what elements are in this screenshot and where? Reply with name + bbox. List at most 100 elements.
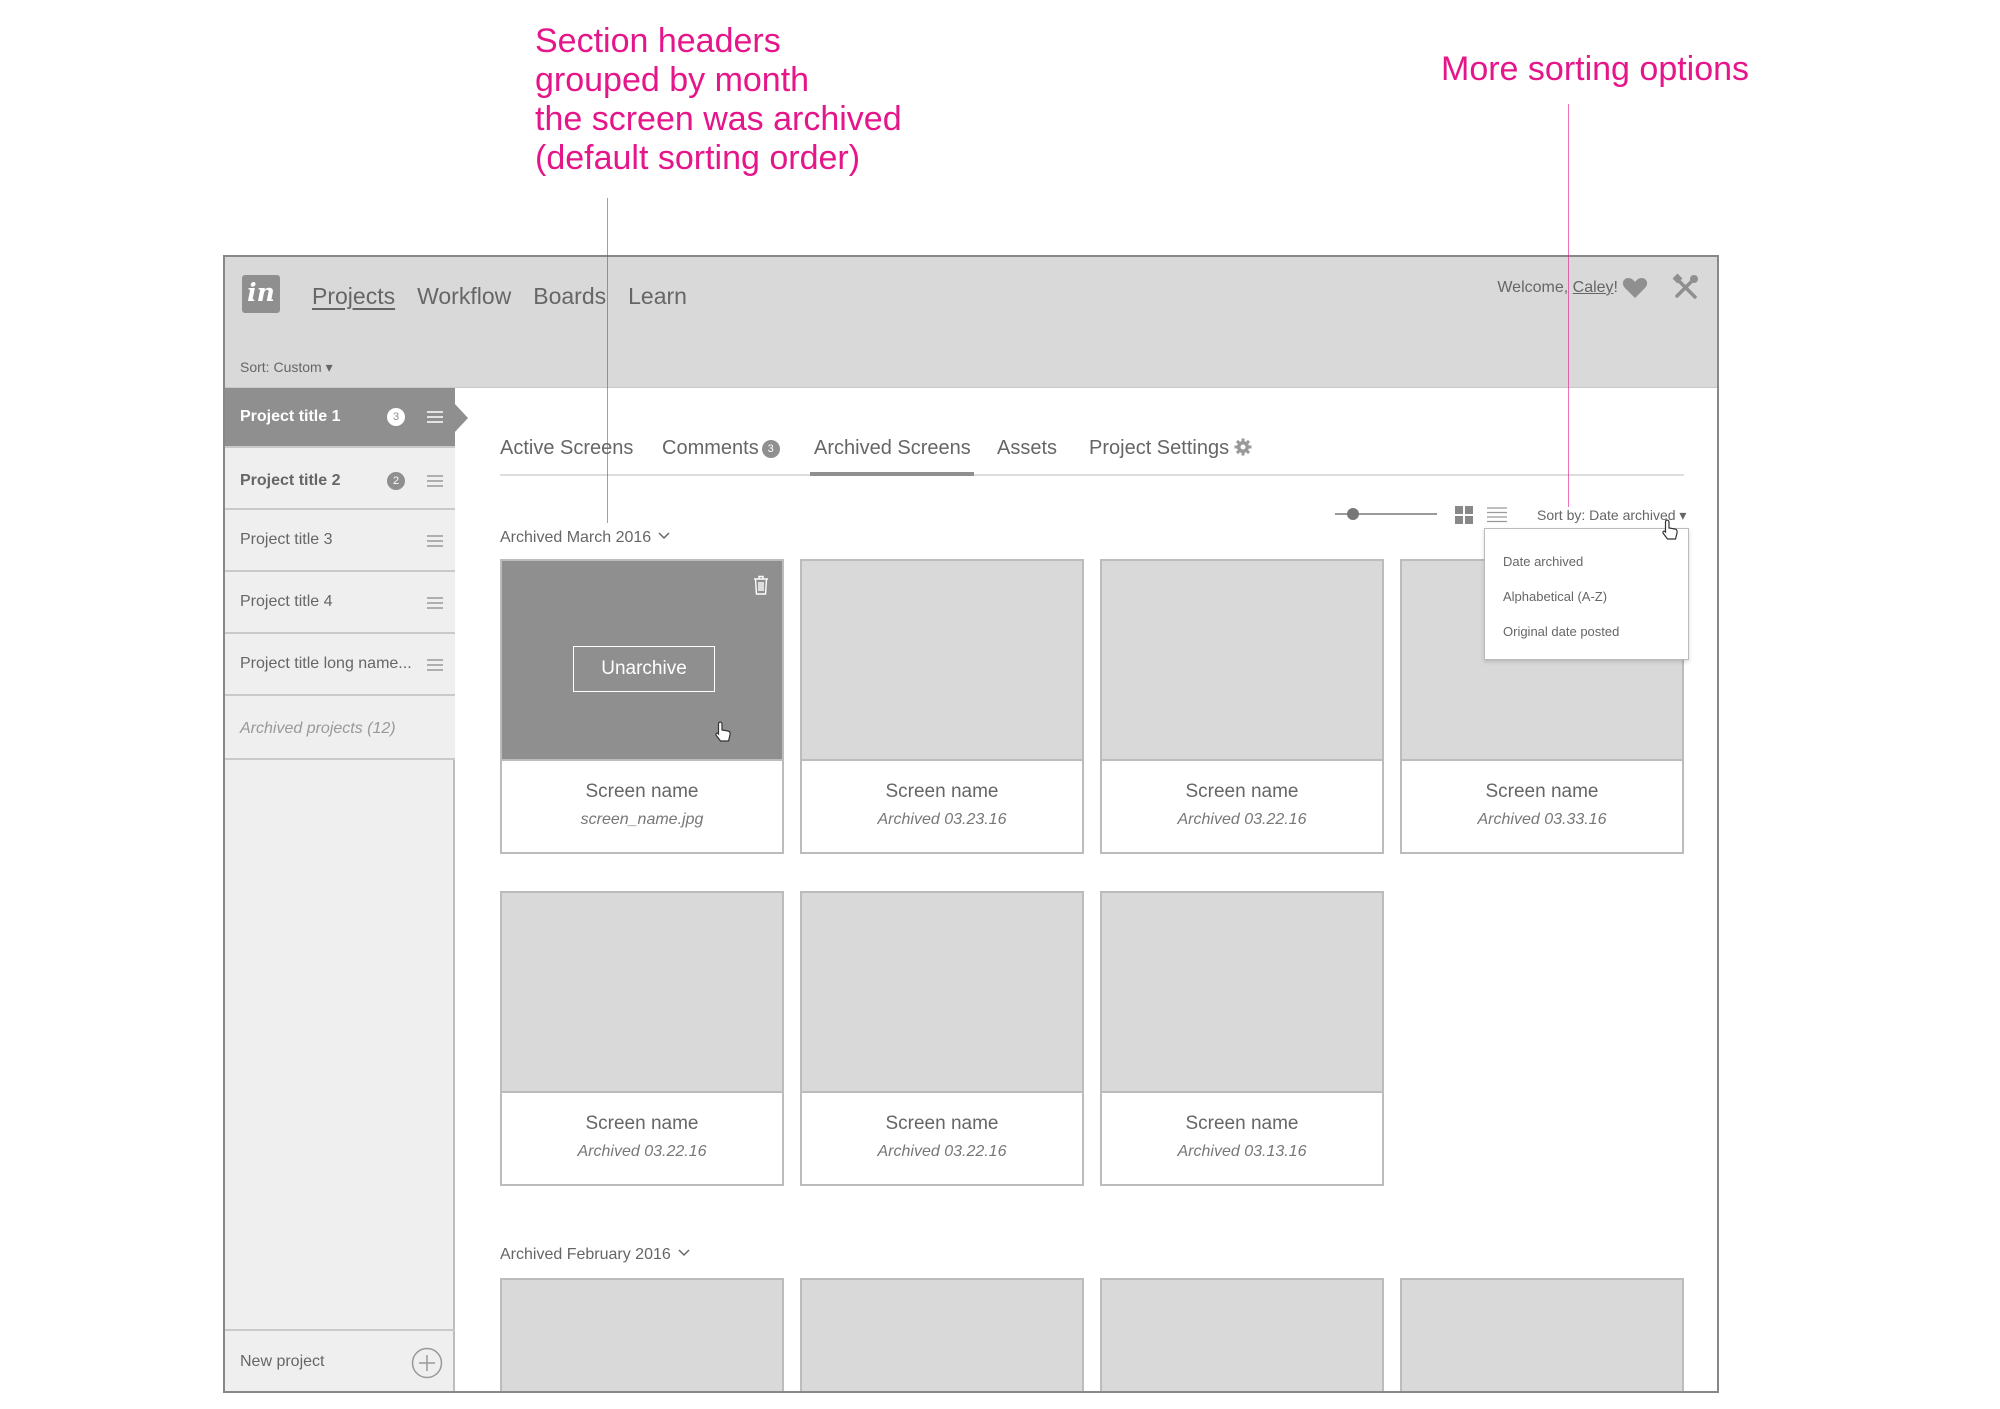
project-name: Project title long name... — [240, 655, 412, 672]
sidebar-project-3[interactable]: Project title 3 — [225, 510, 455, 572]
unarchive-button[interactable]: Unarchive — [573, 646, 715, 692]
screen-card[interactable] — [1400, 1278, 1684, 1391]
sidebar-archived-projects[interactable]: Archived projects (12) — [225, 696, 455, 760]
archived-date: Archived 03.33.16 — [1477, 811, 1607, 828]
screen-name: Screen name — [885, 1113, 999, 1134]
grid-view-icon[interactable] — [1455, 506, 1473, 524]
section-header-march[interactable]: Archived March 2016 — [500, 529, 671, 547]
heart-icon[interactable] — [1622, 276, 1648, 300]
nav-boards[interactable]: Boards — [533, 283, 606, 310]
screen-name: Screen name — [1185, 781, 1299, 802]
project-sidebar: Project title 1 3 Project title 2 2 Proj… — [225, 388, 468, 1391]
notification-badge: 3 — [387, 408, 405, 426]
sidebar-project-2[interactable]: Project title 2 2 — [225, 448, 455, 510]
nav-workflow[interactable]: Workflow — [417, 283, 511, 310]
archived-date: Archived 03.13.16 — [1177, 1143, 1307, 1160]
top-bar: in Projects Workflow Boards Learn Welcom… — [225, 257, 1717, 388]
new-project-button[interactable]: New project — [225, 1329, 455, 1391]
screen-card[interactable] — [1100, 1278, 1384, 1391]
tab-comments-label: Comments — [662, 437, 759, 459]
archived-date: Archived 03.22.16 — [877, 1143, 1007, 1160]
screen-thumbnail — [502, 893, 782, 1093]
screen-card[interactable]: Screen name Archived 03.22.16 — [1100, 559, 1384, 854]
sidebar-project-5[interactable]: Project title long name... — [225, 634, 455, 696]
app-window: in Projects Workflow Boards Learn Welcom… — [223, 255, 1719, 1393]
project-name: Project title 1 — [240, 408, 341, 425]
logo[interactable]: in — [242, 275, 280, 313]
menu-icon[interactable] — [427, 535, 443, 547]
sidebar-project-1[interactable]: Project title 1 3 — [225, 388, 455, 448]
user-name-link[interactable]: Caley — [1573, 279, 1614, 296]
active-tab-indicator — [810, 472, 974, 476]
screen-thumbnail — [502, 1280, 782, 1391]
screen-card[interactable]: Screen name Archived 03.23.16 — [800, 559, 1084, 854]
trash-icon[interactable] — [753, 575, 769, 595]
archived-date: Archived 03.23.16 — [877, 811, 1007, 828]
welcome-suffix: ! — [1613, 279, 1618, 296]
annotation-sorting-options: More sorting options — [1441, 50, 1750, 88]
new-project-label: New project — [240, 1353, 325, 1370]
screen-name: Screen name — [585, 1113, 699, 1134]
screen-card[interactable] — [800, 1278, 1084, 1391]
comments-count-badge: 3 — [761, 440, 780, 458]
thumbnail-size-slider[interactable] — [1335, 506, 1437, 522]
project-tabs: Active Screens Comments 3 Archived Screen… — [500, 437, 1684, 476]
screen-thumbnail — [802, 893, 1082, 1093]
screen-filename: screen_name.jpg — [580, 811, 704, 828]
gear-icon — [1234, 438, 1252, 456]
section-header-february[interactable]: Archived February 2016 — [500, 1246, 691, 1264]
screen-name: Screen name — [885, 781, 999, 802]
archived-date: Archived 03.22.16 — [577, 1143, 707, 1160]
list-view-icon[interactable] — [1487, 507, 1507, 523]
menu-icon[interactable] — [427, 475, 443, 487]
screen-thumbnail — [1402, 1280, 1682, 1391]
selection-arrow — [454, 403, 468, 433]
sort-option-date-archived[interactable]: Date archived — [1503, 554, 1583, 569]
menu-icon[interactable] — [427, 411, 443, 423]
sort-options-menu: Date archived Alphabetical (A-Z) Origina… — [1484, 528, 1689, 660]
annotation-line — [1568, 104, 1569, 507]
project-name: Project title 4 — [240, 593, 333, 610]
screen-thumbnail — [1102, 893, 1382, 1093]
tab-assets[interactable]: Assets — [997, 437, 1057, 460]
notification-badge: 2 — [387, 472, 405, 490]
tab-settings-label: Project Settings — [1089, 437, 1230, 459]
screen-card[interactable]: Unarchive Screen name screen_name.jpg — [500, 559, 784, 854]
sort-option-original-date[interactable]: Original date posted — [1503, 624, 1619, 639]
project-name: Project title 3 — [240, 531, 333, 548]
tab-comments[interactable]: Comments 3 — [662, 437, 780, 460]
hand-cursor-icon — [715, 721, 731, 742]
hand-cursor-icon — [1662, 519, 1678, 540]
main-nav: Projects Workflow Boards Learn — [312, 283, 687, 310]
annotation-section-headers: Section headers grouped by month the scr… — [535, 22, 902, 177]
chevron-down-icon — [658, 532, 670, 540]
screen-name: Screen name — [1185, 1113, 1299, 1134]
welcome-message: Welcome, Caley! — [1497, 279, 1618, 297]
section-header-label: Archived March 2016 — [500, 529, 652, 546]
tab-project-settings[interactable]: Project Settings — [1089, 437, 1252, 460]
screen-card[interactable]: Screen name Archived 03.22.16 — [500, 891, 784, 1186]
tab-active-screens[interactable]: Active Screens — [500, 437, 633, 460]
screen-thumbnail — [802, 1280, 1082, 1391]
tab-archived-screens[interactable]: Archived Screens — [814, 437, 971, 460]
sidebar-sort-dropdown[interactable]: Sort: Custom ▾ — [240, 359, 333, 376]
menu-icon[interactable] — [427, 597, 443, 609]
sort-option-alphabetical[interactable]: Alphabetical (A-Z) — [1503, 589, 1607, 604]
screen-thumbnail — [802, 561, 1082, 761]
screen-thumbnail — [1102, 561, 1382, 761]
screen-name: Screen name — [585, 781, 699, 802]
nav-projects[interactable]: Projects — [312, 283, 395, 310]
sidebar-project-4[interactable]: Project title 4 — [225, 572, 455, 634]
screen-card[interactable] — [500, 1278, 784, 1391]
screen-card[interactable]: Screen name Archived 03.22.16 — [800, 891, 1084, 1186]
screen-name: Screen name — [1485, 781, 1599, 802]
nav-learn[interactable]: Learn — [628, 283, 687, 310]
archived-projects-label: Archived projects (12) — [240, 720, 396, 737]
chevron-down-icon — [678, 1249, 690, 1257]
slider-knob[interactable] — [1346, 508, 1359, 520]
tools-icon[interactable] — [1672, 273, 1700, 301]
plus-circle-icon[interactable] — [411, 1347, 443, 1379]
screen-card[interactable]: Screen name Archived 03.13.16 — [1100, 891, 1384, 1186]
menu-icon[interactable] — [427, 659, 443, 671]
screen-thumbnail — [1102, 1280, 1382, 1391]
